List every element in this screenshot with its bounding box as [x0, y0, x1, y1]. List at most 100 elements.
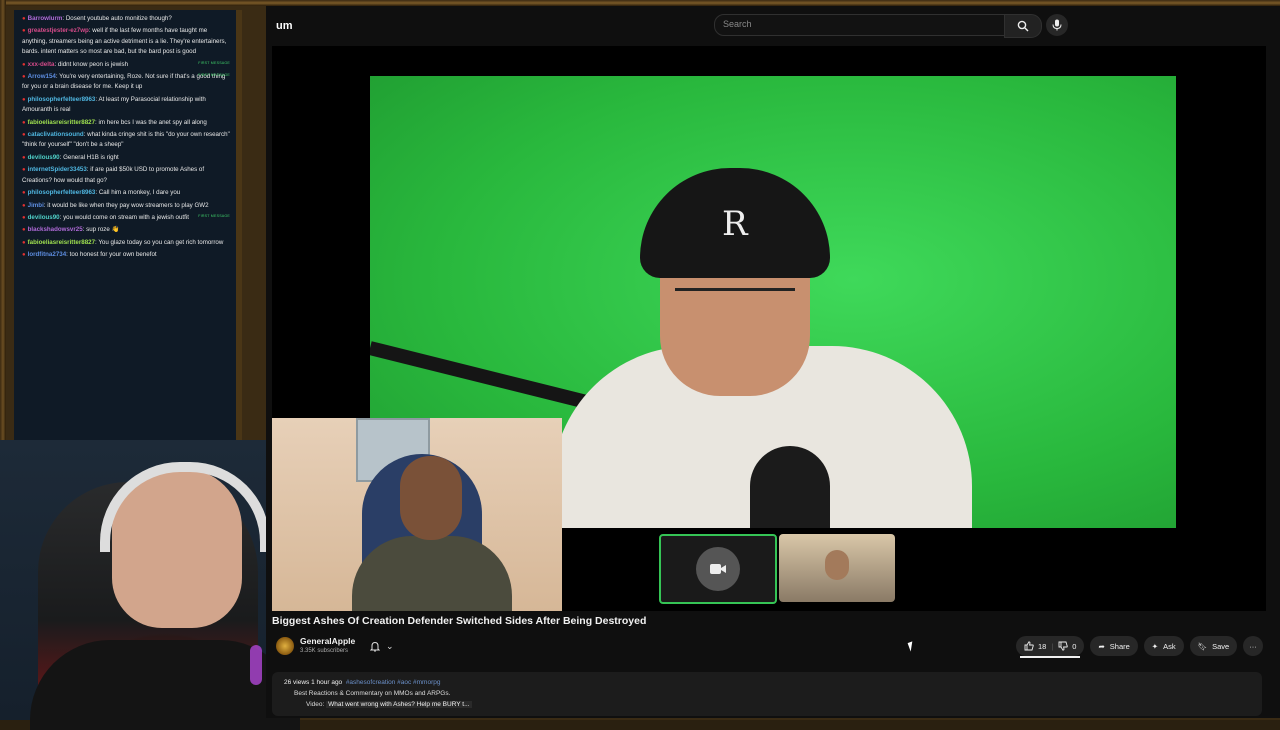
- video-player[interactable]: R: [272, 46, 1266, 611]
- chat-badge-icon: ●: [22, 252, 26, 259]
- guest-glasses: [675, 288, 795, 315]
- save-label: Save: [1212, 641, 1230, 651]
- chat-badge-icon: ●: [22, 119, 26, 126]
- chat-text: it would be like when they pay wow strea…: [47, 201, 209, 209]
- chat-message: ● philosopherfelteer8963: At least my Par…: [22, 95, 206, 114]
- microphone-light: [250, 645, 262, 685]
- participant-tiles: [659, 534, 899, 604]
- chat-badge-icon: ●: [22, 239, 26, 246]
- search-icon: [1017, 20, 1029, 32]
- video-actions: 18 | 0 ➦ Share ✦ Ask 🔖︎ Save ···: [1016, 636, 1263, 656]
- chat-username[interactable]: fabioeliasreisritter8827: [28, 119, 95, 126]
- like-ratio-bar: [1020, 656, 1080, 658]
- voice-search-button[interactable]: [1046, 14, 1068, 36]
- linked-video[interactable]: What went wrong with Ashes? Help me BURY…: [326, 701, 472, 708]
- more-actions-button[interactable]: ···: [1243, 636, 1263, 656]
- chat-username[interactable]: philosopherfelteer8963: [28, 96, 96, 103]
- chat-message: ● Arrow154: You're very entertaining, Roz…: [14, 72, 236, 95]
- participant-tile-2[interactable]: [779, 534, 895, 602]
- channel-name[interactable]: GeneralApple: [300, 636, 355, 646]
- sparkle-icon: ✦: [1151, 641, 1159, 651]
- chat-text: didnt know peon is jewish: [57, 60, 129, 68]
- chat-username[interactable]: fabioeliasreisritter8827: [28, 239, 95, 246]
- share-button[interactable]: ➦ Share: [1090, 636, 1138, 656]
- thumbs-up-icon: [1024, 641, 1034, 651]
- chat-username[interactable]: Arrow154: [28, 73, 56, 80]
- chat-badge-icon: ●: [22, 16, 26, 22]
- guest-microphone: [750, 446, 830, 528]
- chat-message: ● fabioeliasreisritter8827: You glaze tod…: [22, 238, 224, 246]
- chat-username[interactable]: lordfitna2734: [28, 251, 67, 258]
- chat-badge-icon: ●: [22, 132, 26, 139]
- thumbs-down-icon: [1058, 641, 1068, 651]
- chat-text: im here bcs I was the anet spy all along: [98, 118, 207, 126]
- participant-tile-active[interactable]: [659, 534, 777, 604]
- streamer-webcam: [0, 440, 300, 730]
- search-button[interactable]: [1004, 14, 1042, 38]
- description-line: Best Reactions & Commentary on MMOs and …: [294, 690, 451, 697]
- ask-label: Ask: [1163, 641, 1176, 651]
- chat-username[interactable]: blackshadowsvr25: [28, 226, 83, 233]
- microphone-icon: [1052, 19, 1062, 31]
- host-pip-camera: [272, 418, 562, 611]
- like-button[interactable]: 18: [1024, 641, 1046, 651]
- camera-off-icon: [710, 564, 726, 574]
- first-message-badge: FIRST MESSAGE: [198, 60, 230, 65]
- host-torso: [352, 536, 512, 611]
- like-dislike-group: 18 | 0: [1016, 636, 1085, 656]
- like-count: 18: [1038, 641, 1047, 651]
- chat-message: ● devilous90: you would come on stream wi…: [14, 213, 236, 225]
- chat-text: sup roze 👋: [86, 226, 120, 234]
- description-prefix: Video:: [306, 701, 325, 708]
- video-description[interactable]: 26 views 1 hour ago #ashesofcreation #ao…: [272, 672, 1262, 716]
- chat-badge-icon: ●: [22, 190, 26, 197]
- chat-badge-icon: ●: [22, 202, 26, 209]
- chat-message: ● philosopherfelteer8963: Call him a monk…: [22, 189, 181, 197]
- chat-text: Call him a monkey, I dare you: [98, 189, 181, 197]
- host-face: [400, 456, 462, 540]
- video-title: Biggest Ashes Of Creation Defender Switc…: [272, 615, 647, 627]
- chat-message: ● devilous90: General H1B is right: [22, 153, 119, 161]
- chat-username[interactable]: Barrowlurm: [28, 15, 63, 22]
- first-message-badge: FIRST MESSAGE: [198, 213, 230, 218]
- hashtags[interactable]: #ashesofcreation #aoc #mmorpg: [346, 679, 441, 686]
- chat-message: ● fabioeliasreisritter8827: im here bcs I…: [22, 118, 207, 126]
- youtube-logo[interactable]: um: [276, 20, 293, 32]
- chat-text: General H1B is right: [63, 153, 119, 161]
- chat-text: too honest for your own benefot: [69, 251, 157, 259]
- headset-icon: [100, 462, 270, 552]
- chat-username[interactable]: internetSpider33453: [28, 166, 87, 173]
- more-icon: ···: [1249, 641, 1257, 651]
- chat-badge-icon: ●: [22, 227, 26, 234]
- chat-text: Dosent youtube auto monitize though?: [65, 15, 172, 22]
- first-message-badge: FIRST MESSAGE: [198, 73, 230, 78]
- chat-username[interactable]: Jimbi: [28, 202, 44, 209]
- search-placeholder: Search: [723, 19, 752, 29]
- chat-badge-icon: ●: [22, 167, 26, 174]
- share-icon: ➦: [1098, 641, 1105, 651]
- chat-message: ● Barrowlurm: Dosent youtube auto monitiz…: [22, 15, 172, 22]
- chat-username[interactable]: xxx-delta: [28, 61, 55, 68]
- bell-icon: [370, 641, 380, 652]
- chat-username[interactable]: greatestjester-ez7wp: [28, 27, 89, 34]
- chat-text: You glaze today so you can get rich tomo…: [98, 238, 224, 246]
- chat-username[interactable]: devilous90: [28, 154, 60, 161]
- dislike-button[interactable]: 0: [1058, 641, 1076, 651]
- chat-badge-icon: ●: [22, 28, 26, 35]
- chat-username[interactable]: philosopherfelteer8963: [28, 189, 96, 196]
- chat-badge-icon: ●: [22, 61, 26, 68]
- search-input[interactable]: Search: [714, 14, 1006, 36]
- chat-username[interactable]: devilous90: [28, 214, 60, 221]
- dislike-count: 0: [1072, 641, 1077, 651]
- chat-message: ● greatestjester-ez7wp: well if the last …: [22, 27, 227, 56]
- channel-avatar[interactable]: [276, 637, 294, 655]
- bookmark-icon: 🔖︎: [1197, 641, 1208, 651]
- chat-text: you would come on stream with a jewish o…: [63, 213, 189, 221]
- subscriber-count: 3.35K subscribers: [300, 648, 349, 654]
- notification-bell-button[interactable]: ⌄: [370, 638, 406, 654]
- chat-username[interactable]: cataclivationsound: [28, 131, 84, 138]
- share-label: Share: [1109, 641, 1130, 651]
- ask-button[interactable]: ✦ Ask: [1143, 636, 1184, 656]
- save-button[interactable]: 🔖︎ Save: [1189, 636, 1238, 656]
- chat-badge-icon: ●: [22, 74, 26, 81]
